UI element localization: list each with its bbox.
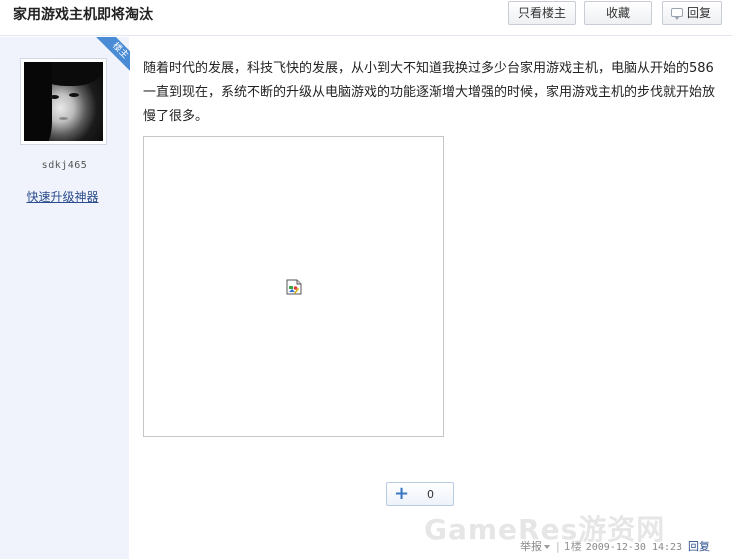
owner-badge: 楼主	[88, 37, 130, 79]
like-button[interactable]: + 0	[386, 482, 454, 506]
report-link[interactable]: 举报	[520, 540, 542, 553]
thread-header: 家用游戏主机即将淘汰 只看楼主 收藏 回复	[0, 0, 732, 36]
post-footer: 举报 | 1楼 2009-12-30 14:23 回复	[520, 538, 710, 554]
post-date: 2009-12-30 14:23	[585, 542, 683, 553]
chevron-down-icon[interactable]	[544, 545, 550, 549]
floor-number: 1楼	[563, 540, 582, 553]
owner-badge-label: 楼主	[93, 37, 130, 78]
like-count: 0	[427, 488, 434, 501]
favorite-button[interactable]: 收藏	[584, 1, 652, 25]
plus-icon: +	[394, 483, 410, 504]
reply-icon	[671, 8, 683, 20]
thread-title: 家用游戏主机即将淘汰	[13, 7, 153, 23]
reply-button-label: 回复	[686, 6, 711, 20]
post-body: 随着时代的发展，科技飞快的发展，从小到大不知道我换过多少台家用游戏主机，电脑从开…	[143, 61, 716, 124]
upgrade-link[interactable]: 快速升级神器	[0, 188, 125, 205]
broken-image-icon	[286, 279, 302, 295]
author-sidebar: sdkj465 快速升级神器	[0, 37, 129, 559]
only-owner-button[interactable]: 只看楼主	[508, 1, 576, 25]
author-username[interactable]: sdkj465	[0, 160, 129, 171]
post-reply-link[interactable]: 回复	[688, 540, 710, 553]
reply-button[interactable]: 回复	[662, 1, 722, 25]
post-image[interactable]	[143, 136, 444, 437]
footer-separator: |	[556, 540, 560, 553]
